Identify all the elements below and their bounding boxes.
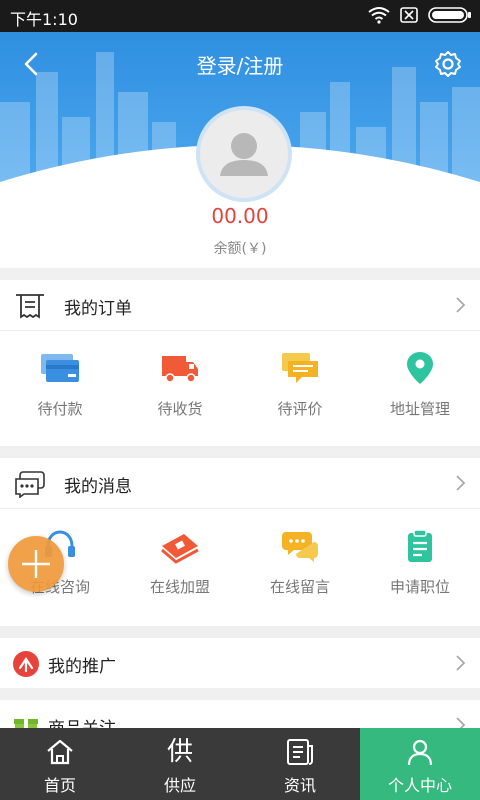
online-message[interactable]: 在线留言 [240, 508, 360, 628]
location-pin-icon [407, 352, 433, 384]
user-avatar-icon [220, 133, 268, 176]
promotion-icon [13, 651, 39, 677]
tab-home[interactable]: 首页 [0, 728, 120, 800]
receipt-icon [16, 294, 44, 319]
chat-icon [282, 532, 318, 562]
order-label: 待评价 [277, 400, 323, 418]
floating-add-button[interactable] [8, 536, 64, 592]
orders-header[interactable]: 我的订单 [0, 280, 480, 331]
message-icon [15, 471, 45, 498]
truck-icon [162, 356, 198, 383]
settings-button[interactable] [430, 46, 466, 82]
orders-title: 我的订单 [64, 299, 132, 319]
messages-title: 我的消息 [64, 477, 132, 497]
message-label: 在线加盟 [149, 578, 210, 596]
order-pending-review[interactable]: 待评价 [240, 330, 360, 450]
money-icon [161, 534, 199, 564]
tab-label: 资讯 [283, 776, 316, 795]
promotion-section[interactable]: 我的推广 [0, 638, 480, 688]
online-franchise[interactable]: 在线加盟 [120, 508, 240, 628]
supply-icon: 供 [166, 737, 193, 767]
message-label: 在线留言 [269, 578, 330, 596]
tab-label: 个人中心 [387, 776, 452, 795]
promotion-title: 我的推广 [48, 657, 116, 677]
balance-amount: 00.00 [211, 204, 269, 228]
orders-section: 我的订单 待付款 待收货 待评价 地址管理 [0, 280, 480, 446]
tab-personal-center[interactable]: 个人中心 [360, 728, 480, 800]
wifi-icon [368, 7, 390, 24]
news-icon [287, 739, 313, 765]
chevron-right-icon [456, 475, 466, 491]
tab-news[interactable]: 资讯 [240, 728, 360, 800]
status-icons [368, 6, 472, 24]
order-label: 待收货 [157, 400, 203, 418]
tab-label: 首页 [43, 776, 76, 795]
messages-header[interactable]: 我的消息 [0, 458, 480, 509]
user-icon [407, 739, 433, 766]
orders-grid: 待付款 待收货 待评价 地址管理 [0, 330, 480, 450]
order-label: 待付款 [37, 400, 83, 418]
comment-icon [282, 353, 318, 383]
order-pending-payment[interactable]: 待付款 [0, 330, 120, 450]
home-icon [47, 739, 73, 765]
tab-supply[interactable]: 供 供应 [120, 728, 240, 800]
tab-label: 供应 [163, 776, 196, 795]
bottom-tab-bar: 首页 供 供应 资讯 个人中心 [0, 728, 480, 800]
message-label: 申请职位 [389, 578, 450, 596]
status-bar: 下午1:10 [0, 0, 480, 32]
chevron-right-icon [456, 297, 466, 313]
status-time: 下午1:10 [10, 10, 78, 29]
gear-icon [435, 51, 461, 77]
balance-label: 余额(￥) [213, 241, 267, 257]
order-label: 地址管理 [389, 400, 450, 418]
address-management[interactable]: 地址管理 [360, 330, 480, 450]
messages-section: 我的消息 在线咨询 在线加盟 在线留言 申请职位 [0, 458, 480, 626]
sim-off-icon [400, 7, 418, 23]
card-icon [41, 354, 79, 382]
order-pending-receipt[interactable]: 待收货 [120, 330, 240, 450]
plus-icon [22, 550, 50, 578]
battery-icon [428, 7, 471, 23]
avatar[interactable] [196, 106, 292, 202]
apply-job[interactable]: 申请职位 [360, 508, 480, 628]
chevron-right-icon [456, 655, 466, 671]
clipboard-icon [408, 529, 432, 562]
messages-grid: 在线咨询 在线加盟 在线留言 申请职位 [0, 508, 480, 628]
page-title[interactable]: 登录/注册 [0, 50, 480, 79]
